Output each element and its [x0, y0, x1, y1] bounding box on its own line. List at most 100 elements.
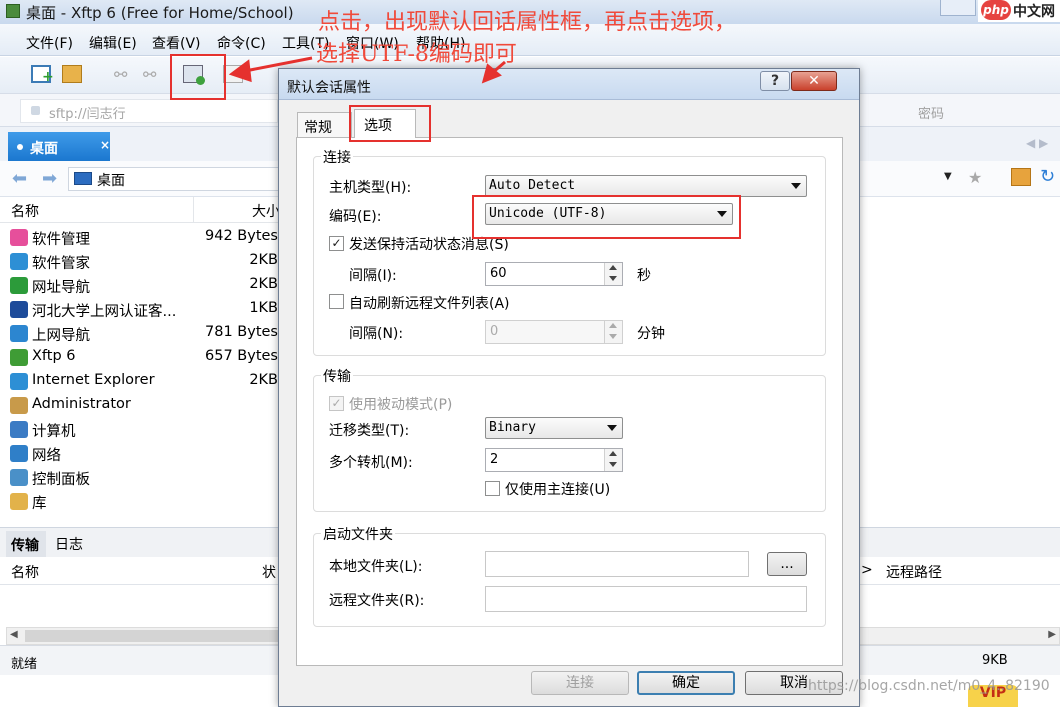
transfer-column-name[interactable]: 名称 [11, 562, 39, 582]
auto-refresh-label[interactable]: 自动刷新远程文件列表(A) [349, 293, 510, 313]
chevron-up-icon[interactable] [609, 323, 617, 328]
file-size: 781 Bytes [205, 324, 278, 340]
path-dropdown-icon[interactable]: ▼ [944, 171, 952, 182]
file-name: 软件管理 [32, 232, 90, 248]
connect-button[interactable]: 连接 [531, 671, 629, 695]
file-row[interactable]: 上网导航 781 Bytes [0, 321, 280, 345]
multi-transfer-value: 2 [490, 452, 499, 467]
auto-refresh-checkbox[interactable] [329, 294, 344, 309]
file-row[interactable]: Internet Explorer 2KB [0, 369, 280, 393]
transfer-column-state[interactable]: 状 [262, 562, 276, 582]
file-row[interactable]: 控制面板 [0, 465, 280, 489]
annotation-box-encoding [472, 195, 741, 239]
file-row[interactable]: Xftp 6 657 Bytes [0, 345, 280, 369]
chevron-down-icon[interactable] [609, 334, 617, 339]
file-name: 库 [32, 496, 47, 512]
file-size: 657 Bytes [205, 348, 278, 364]
tab-desktop-label: 桌面 [30, 141, 58, 157]
menu-command[interactable]: 命令(C) [217, 33, 266, 53]
connection-group: 连接 主机类型(H): Auto Detect 编码(E): Unicode (… [313, 147, 826, 356]
remote-folder-input[interactable] [485, 586, 807, 612]
passive-mode-label[interactable]: 使用被动模式(P) [349, 394, 452, 414]
file-list-header: 名称 大小 [0, 197, 280, 223]
interval-stepper[interactable]: 60 [485, 262, 623, 286]
host-address-input[interactable]: sftp://闫志行 [20, 99, 278, 123]
scrollbar-thumb[interactable] [25, 630, 279, 642]
file-row[interactable]: 软件管理 942 Bytes [0, 225, 280, 249]
chevron-down-icon[interactable] [609, 276, 617, 281]
dialog-help-button[interactable]: ? [760, 71, 790, 91]
file-row[interactable]: 河北大学上网认证客... 1KB [0, 297, 280, 321]
scroll-right-icon[interactable]: ▶ [1048, 629, 1056, 640]
tab-scroll-arrows-icon[interactable]: ◀ ▶ [1026, 136, 1048, 150]
file-row[interactable]: Administrator [0, 393, 280, 417]
file-name: Xftp 6 [32, 348, 76, 364]
stepper-buttons[interactable] [604, 321, 622, 343]
home-icon[interactable] [1011, 168, 1031, 186]
scroll-left-icon[interactable]: ◀ [10, 629, 18, 640]
ok-button[interactable]: 确定 [637, 671, 735, 695]
chevron-up-icon[interactable] [609, 451, 617, 456]
host-type-label: 主机类型(H): [329, 180, 412, 196]
close-icon[interactable]: × [100, 138, 110, 152]
tab-general[interactable]: 常规 [297, 112, 352, 137]
file-name: Internet Explorer [32, 372, 155, 388]
transfer-column-remote-path[interactable]: 远程路径 [886, 562, 942, 582]
host-type-select[interactable]: Auto Detect [485, 175, 807, 197]
stepper-buttons[interactable] [604, 449, 622, 471]
password-placeholder[interactable]: 密码 [918, 103, 944, 122]
keepalive-checkbox[interactable]: ✓ [329, 236, 344, 251]
tab-options[interactable]: 选项 [354, 109, 416, 138]
column-size[interactable]: 大小 [252, 201, 280, 221]
refresh-interval-stepper[interactable]: 0 [485, 320, 623, 344]
dialog-title: 默认会话属性 [287, 80, 371, 96]
stepper-buttons[interactable] [604, 263, 622, 285]
main-connection-only-checkbox[interactable] [485, 481, 500, 496]
open-folder-icon[interactable] [62, 65, 82, 83]
star-icon[interactable]: ★ [968, 168, 982, 187]
menu-view[interactable]: 查看(V) [152, 33, 201, 53]
file-row[interactable]: 网络 [0, 441, 280, 465]
back-arrow-icon[interactable]: ⬅ [12, 168, 27, 189]
refresh-interval-unit: 分钟 [637, 326, 665, 342]
chevron-down-icon[interactable] [609, 462, 617, 467]
right-tab-strip: ◀ ▶ [860, 127, 1060, 161]
file-row[interactable]: 计算机 [0, 417, 280, 441]
menu-edit[interactable]: 编辑(E) [89, 33, 137, 53]
tab-desktop[interactable]: 桌面 × [8, 132, 110, 161]
column-name[interactable]: 名称 [11, 201, 39, 221]
status-ready-text: 就绪 [11, 657, 38, 672]
connection-group-label: 连接 [321, 147, 353, 167]
csdn-watermark-url: https://blog.csdn.net/m0_4..82190 [808, 678, 1050, 694]
chevron-down-icon [791, 183, 801, 189]
disconnect-icon[interactable]: ⚯ [143, 65, 163, 84]
forward-arrow-icon[interactable]: ➡ [42, 168, 57, 189]
new-session-icon[interactable] [31, 65, 54, 85]
tab-log[interactable]: 日志 [55, 534, 83, 554]
path-input[interactable]: 桌面 [68, 167, 280, 191]
file-icon [10, 253, 28, 270]
refresh-interval-label: 间隔(N): [349, 326, 404, 342]
passive-mode-checkbox[interactable]: ✓ [329, 396, 344, 411]
file-row[interactable]: 网址导航 2KB [0, 273, 280, 297]
menu-file[interactable]: 文件(F) [26, 33, 73, 53]
connect-icon[interactable]: ⚯ [114, 65, 134, 84]
chevron-up-icon[interactable] [609, 265, 617, 270]
local-folder-input[interactable] [485, 551, 749, 577]
file-row[interactable]: 库 [0, 489, 280, 513]
maximize-button[interactable] [940, 0, 976, 16]
column-separator[interactable] [193, 197, 194, 223]
multi-transfer-stepper[interactable]: 2 [485, 448, 623, 472]
main-connection-only-label[interactable]: 仅使用主连接(U) [505, 479, 610, 499]
multi-transfer-label: 多个转机(M): [329, 455, 413, 471]
file-name: 上网导航 [32, 328, 90, 344]
transfer-icon[interactable] [223, 65, 243, 83]
path-value: 桌面 [97, 173, 125, 189]
dialog-close-button[interactable]: ✕ [791, 71, 837, 91]
transfer-type-select[interactable]: Binary [485, 417, 623, 439]
tab-transfer[interactable]: 传输 [6, 531, 46, 558]
browse-local-button[interactable]: ... [767, 552, 807, 576]
file-row[interactable]: 软件管家 2KB [0, 249, 280, 273]
refresh-icon[interactable]: ↻ [1040, 166, 1055, 187]
transfer-column-more[interactable]: > [861, 562, 873, 578]
